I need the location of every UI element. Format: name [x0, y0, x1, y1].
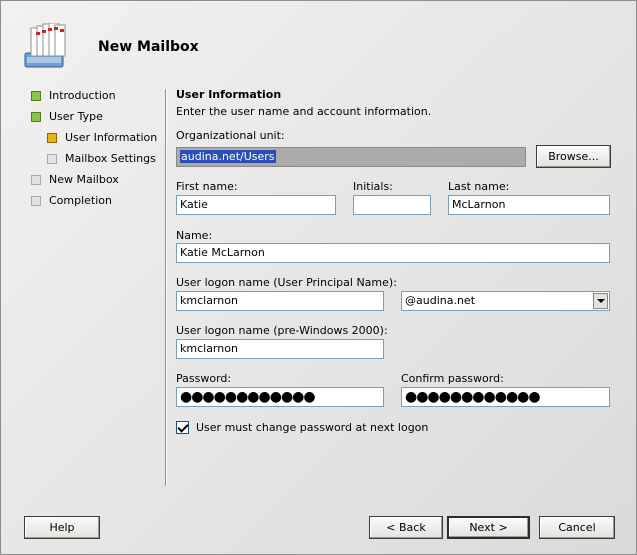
status-dot-icon — [31, 112, 41, 122]
pre2000-input[interactable]: kmclarnon — [176, 339, 384, 359]
name-label: Name: — [176, 229, 213, 242]
step-label: Mailbox Settings — [65, 152, 156, 165]
next-button[interactable]: Next > — [447, 516, 530, 539]
nav-divider — [165, 89, 167, 486]
step-label: Introduction — [49, 89, 116, 102]
first-name-label: First name: — [176, 180, 238, 193]
initials-label: Initials: — [353, 180, 393, 193]
step-label: Completion — [49, 194, 113, 207]
help-button[interactable]: Help — [24, 516, 100, 539]
domain-value: @audina.net — [405, 294, 476, 307]
wizard-window: New Mailbox Introduction User Type User … — [0, 0, 637, 555]
name-input[interactable]: Katie McLarnon — [176, 243, 610, 263]
step-label: User Information — [65, 131, 158, 144]
page-description: Enter the user name and account informat… — [176, 105, 432, 118]
pre2000-label: User logon name (pre-Windows 2000): — [176, 324, 388, 337]
first-name-input[interactable]: Katie — [176, 195, 336, 215]
cancel-button[interactable]: Cancel — [539, 516, 615, 539]
confirm-password-input[interactable]: ●●●●●●●●●●●● — [401, 387, 610, 407]
initials-input[interactable] — [353, 195, 431, 215]
ou-value: audina.net/Users — [180, 150, 276, 163]
status-dot-icon — [31, 91, 41, 101]
mailbox-stack-icon — [24, 23, 66, 68]
password-label: Password: — [176, 372, 232, 385]
upn-input[interactable]: kmclarnon — [176, 291, 384, 311]
ou-label: Organizational unit: — [176, 129, 285, 142]
domain-select[interactable]: @audina.net — [401, 291, 610, 311]
confirm-password-label: Confirm password: — [401, 372, 504, 385]
ou-field[interactable]: audina.net/Users — [176, 147, 526, 167]
chevron-down-icon[interactable] — [593, 293, 608, 309]
status-dot-icon — [47, 154, 57, 164]
upn-label: User logon name (User Principal Name): — [176, 276, 397, 289]
step-label: User Type — [49, 110, 103, 123]
browse-button[interactable]: Browse... — [536, 145, 611, 168]
status-dot-icon — [47, 133, 57, 143]
page-heading: User Information — [176, 88, 282, 101]
wizard-header: New Mailbox — [1, 1, 636, 81]
step-label: New Mailbox — [49, 173, 119, 186]
back-button[interactable]: < Back — [369, 516, 443, 539]
wizard-title: New Mailbox — [98, 39, 199, 55]
status-dot-icon — [31, 196, 41, 206]
must-change-checkbox[interactable] — [176, 421, 189, 434]
last-name-input[interactable]: McLarnon — [448, 195, 610, 215]
must-change-label[interactable]: User must change password at next logon — [196, 421, 428, 434]
password-input[interactable]: ●●●●●●●●●●●● — [176, 387, 384, 407]
last-name-label: Last name: — [448, 180, 510, 193]
status-dot-icon — [31, 175, 41, 185]
